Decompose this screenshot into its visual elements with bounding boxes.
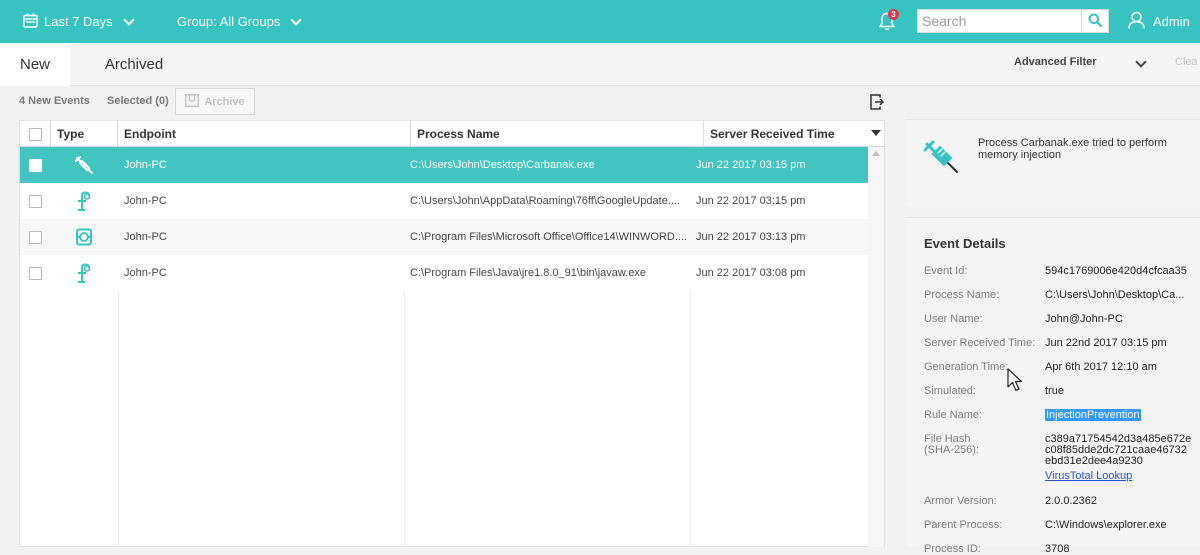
event-summary-text: Process Carbanak.exe tried to perform me… [978, 137, 1167, 161]
new-events-count: 4 New Events [19, 95, 90, 107]
user-icon [1128, 11, 1145, 32]
sort-desc-icon[interactable] [871, 130, 881, 136]
event-details-title: Event Details [924, 236, 1006, 251]
cell-endpoint: John-PC [124, 195, 167, 207]
tab-bar: New Archived Advanced Filter Clea [0, 43, 1200, 86]
advanced-filter-label[interactable]: Advanced Filter [1014, 56, 1097, 68]
group-label: Group: All Groups [177, 14, 281, 29]
event-summary-card: Process Carbanak.exe tried to perform me… [906, 119, 1200, 207]
tab-archived[interactable]: Archived [90, 43, 178, 86]
detail-value-server-time: Jun 22nd 2017 03:15 pm [1045, 337, 1167, 349]
select-all-cell [20, 121, 51, 147]
cell-process: C:\Program Files\Microsoft Office\Office… [410, 231, 688, 243]
column-divider [118, 291, 119, 547]
cell-endpoint: John-PC [124, 159, 167, 171]
notifications-button[interactable]: 3 [878, 9, 900, 32]
archive-icon [185, 93, 200, 110]
column-header-endpoint[interactable]: Endpoint [118, 121, 411, 147]
detail-label: User Name: [924, 313, 983, 325]
syringe-icon [923, 138, 962, 179]
top-bar: Last 7 Days Group: All Groups 3 Admin [0, 0, 1200, 43]
detail-label: Generation Time: [924, 361, 1009, 373]
notification-badge: 3 [888, 9, 899, 20]
document-macro-icon [75, 219, 93, 255]
detail-label: Process Name: [924, 289, 1000, 301]
detail-label: Parent Process: [924, 519, 1003, 531]
script-icon [76, 183, 92, 219]
user-menu[interactable]: Admin [1128, 0, 1190, 43]
row-checkbox[interactable] [29, 219, 42, 255]
detail-value-rule-name: InjectionPrevention [1045, 409, 1141, 421]
detail-label: Rule Name: [924, 409, 983, 421]
cell-process: C:\Program Files\Java\jre1.8.0_91\bin\ja… [410, 267, 647, 279]
search-icon [1088, 13, 1103, 30]
archive-label: Archive [204, 95, 245, 108]
column-header-type[interactable]: Type [51, 121, 118, 147]
detail-label: Simulated: [924, 385, 976, 397]
cell-endpoint: John-PC [124, 231, 167, 243]
column-header-time[interactable]: Server Received Time [704, 121, 884, 147]
date-range-label: Last 7 Days [44, 14, 113, 29]
cell-endpoint: John-PC [124, 267, 167, 279]
search-input[interactable] [917, 9, 1082, 33]
detail-label: Process ID: [924, 543, 981, 555]
user-name: Admin [1153, 14, 1190, 29]
detail-value-simulated: true [1045, 385, 1064, 397]
detail-value-generation-time: Apr 6th 2017 12:10 am [1045, 361, 1157, 373]
detail-value-user-name: John@John-PC [1045, 313, 1123, 325]
row-checkbox[interactable] [29, 147, 42, 183]
mouse-cursor-icon [1007, 368, 1025, 394]
calendar-icon [23, 13, 38, 31]
events-table: Type Endpoint Process Name Server Receiv… [19, 120, 885, 547]
syringe-icon [74, 147, 94, 183]
tab-new[interactable]: New [0, 43, 70, 86]
detail-label: Server Received Time: [924, 337, 1036, 349]
cell-time: Jun 22 2017 03:15 pm [696, 159, 806, 171]
table-row[interactable]: John-PC C:\Users\John\AppData\Roaming\76… [20, 183, 868, 219]
column-divider [404, 291, 405, 547]
chevron-down-icon [290, 13, 302, 26]
selected-text[interactable]: InjectionPrevention [1045, 409, 1141, 421]
column-divider [690, 291, 691, 547]
selected-count: Selected (0) [107, 95, 169, 107]
column-header-process[interactable]: Process Name [411, 121, 704, 147]
table-header: Type Endpoint Process Name Server Receiv… [20, 121, 884, 147]
date-range-dropdown[interactable]: Last 7 Days [23, 0, 135, 43]
detail-value-process-name: C:\Users\John\Desktop\Ca... [1045, 289, 1185, 301]
clear-filter-button[interactable]: Clea [1175, 56, 1198, 68]
detail-label: (SHA-256): [924, 444, 980, 456]
detail-value-file-hash: ebd31e2dee4a9230 [1045, 455, 1143, 467]
detail-label: Armor Version: [924, 495, 997, 507]
detail-value-armor-version: 2.0.0.2362 [1045, 495, 1097, 507]
select-all-checkbox[interactable] [28, 127, 42, 141]
search-button[interactable] [1082, 9, 1109, 33]
export-icon[interactable] [870, 94, 885, 110]
row-checkbox[interactable] [29, 255, 42, 291]
cell-process: C:\Users\John\Desktop\Carbanak.exe [410, 159, 595, 171]
chevron-down-icon [122, 13, 135, 26]
cell-process: C:\Users\John\AppData\Roaming\76ff\Googl… [410, 195, 681, 207]
detail-value-event-id: 594c1769006e420d4cfcaa35 [1045, 265, 1187, 277]
event-details-panel: Event Details Event Id: 594c1769006e420d… [906, 217, 1200, 555]
detail-value-process-id: 3708 [1045, 543, 1070, 555]
detail-value-parent-process: C:\Windows\explorer.exe [1045, 519, 1167, 531]
table-row[interactable]: John-PC C:\Program Files\Java\jre1.8.0_9… [20, 255, 868, 291]
archive-button[interactable]: Archive [175, 88, 255, 115]
detail-label: Event Id: [924, 265, 968, 277]
chevron-down-icon[interactable] [1135, 56, 1147, 68]
cell-time: Jun 22 2017 03:15 pm [696, 195, 806, 207]
cell-time: Jun 22 2017 03:13 pm [696, 231, 806, 243]
cell-time: Jun 22 2017 03:08 pm [696, 267, 806, 279]
group-dropdown[interactable]: Group: All Groups [177, 0, 302, 43]
script-icon [76, 255, 92, 291]
virustotal-lookup-link[interactable]: VirusTotal Lookup [1045, 471, 1132, 482]
table-scrollbar[interactable] [868, 147, 884, 547]
scroll-up-arrow-icon[interactable] [872, 151, 880, 156]
table-row[interactable]: John-PC C:\Program Files\Microsoft Offic… [20, 219, 868, 255]
row-checkbox[interactable] [29, 183, 42, 219]
table-row[interactable]: John-PC C:\Users\John\Desktop\Carbanak.e… [20, 147, 868, 183]
